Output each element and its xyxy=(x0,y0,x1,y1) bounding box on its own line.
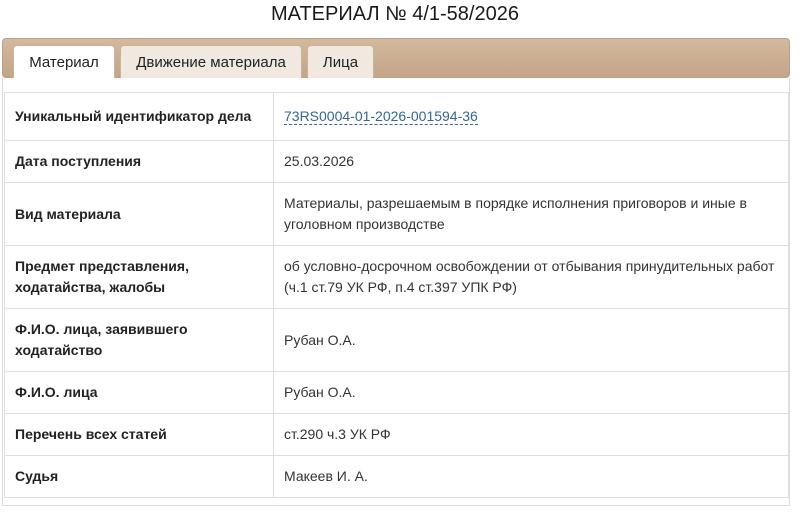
row-label: Перечень всех статей xyxy=(4,413,274,456)
page-title: МАТЕРИАЛ № 4/1-58/2026 xyxy=(271,3,519,25)
tab-persons[interactable]: Лица xyxy=(307,45,374,79)
material-panel: Уникальный идентификатор дела 73RS0004-0… xyxy=(2,78,790,506)
row-label: Ф.И.О. лица xyxy=(4,371,274,414)
row-value: 73RS0004-01-2026-001594-36 xyxy=(273,92,789,141)
row-value: Макеев И. А. xyxy=(273,455,789,498)
row-value: об условно-досрочном освобождении от отб… xyxy=(273,245,789,309)
table-row: Перечень всех статей ст.290 ч.3 УК РФ xyxy=(4,413,789,456)
table-row: Дата поступления 25.03.2026 xyxy=(4,140,789,183)
table-row: Судья Макеев И. А. xyxy=(4,455,789,498)
row-label: Вид материала xyxy=(4,182,274,246)
row-value: ст.290 ч.3 УК РФ xyxy=(273,413,789,456)
table-row: Ф.И.О. лица, заявившего ходатайство Руба… xyxy=(4,308,789,372)
tab-material-movement[interactable]: Движение материала xyxy=(120,45,302,79)
row-value: Материалы, разрешаемым в порядке исполне… xyxy=(273,182,789,246)
table-row: Уникальный идентификатор дела 73RS0004-0… xyxy=(4,92,789,141)
row-value: Рубан О.А. xyxy=(273,371,789,414)
tabs-bar: Материал Движение материала Лица xyxy=(2,38,790,80)
material-info-table: Уникальный идентификатор дела 73RS0004-0… xyxy=(4,92,789,498)
table-row: Вид материала Материалы, разрешаемым в п… xyxy=(4,182,789,246)
case-id-link[interactable]: 73RS0004-01-2026-001594-36 xyxy=(284,108,478,125)
table-row: Ф.И.О. лица Рубан О.А. xyxy=(4,371,789,414)
row-value: 25.03.2026 xyxy=(273,140,789,183)
row-label: Уникальный идентификатор дела xyxy=(4,92,274,141)
row-label: Предмет представления, ходатайства, жало… xyxy=(4,245,274,309)
row-value: Рубан О.А. xyxy=(273,308,789,372)
row-label: Судья xyxy=(4,455,274,498)
tab-material[interactable]: Материал xyxy=(13,45,115,80)
row-label: Ф.И.О. лица, заявившего ходатайство xyxy=(4,308,274,372)
table-row: Предмет представления, ходатайства, жало… xyxy=(4,245,789,309)
row-label: Дата поступления xyxy=(4,140,274,183)
